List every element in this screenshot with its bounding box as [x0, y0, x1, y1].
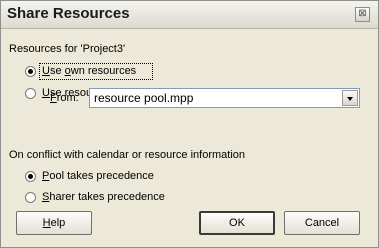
resource-pool-value: resource pool.mpp — [94, 91, 194, 105]
cancel-button[interactable]: Cancel — [284, 211, 360, 235]
pool-takes-precedence-label[interactable]: Pool takes precedence — [42, 169, 154, 183]
share-resources-dialog: Share Resources ⊠ Resources for 'Project… — [0, 0, 379, 248]
chevron-down-icon[interactable] — [342, 90, 358, 106]
ok-button[interactable]: OK — [199, 211, 275, 235]
from-label: From: — [50, 92, 79, 104]
sharer-takes-precedence-radio[interactable] — [25, 192, 36, 203]
use-resources-radio[interactable] — [25, 88, 36, 99]
use-own-resources-label[interactable]: Use own resources — [42, 64, 136, 78]
use-own-resources-radio[interactable] — [25, 66, 36, 77]
resource-pool-select[interactable]: resource pool.mpp — [89, 88, 360, 108]
pool-takes-precedence-radio[interactable] — [25, 171, 36, 182]
resources-for-label: Resources for 'Project3' — [9, 43, 126, 55]
help-button[interactable]: Help — [16, 211, 92, 235]
sharer-takes-precedence-label[interactable]: Sharer takes precedence — [42, 190, 165, 204]
close-icon[interactable]: ⊠ — [355, 7, 370, 22]
dialog-title: Share Resources — [7, 5, 130, 22]
title-bar[interactable]: Share Resources ⊠ — [1, 1, 378, 29]
conflict-label: On conflict with calendar or resource in… — [9, 149, 245, 161]
